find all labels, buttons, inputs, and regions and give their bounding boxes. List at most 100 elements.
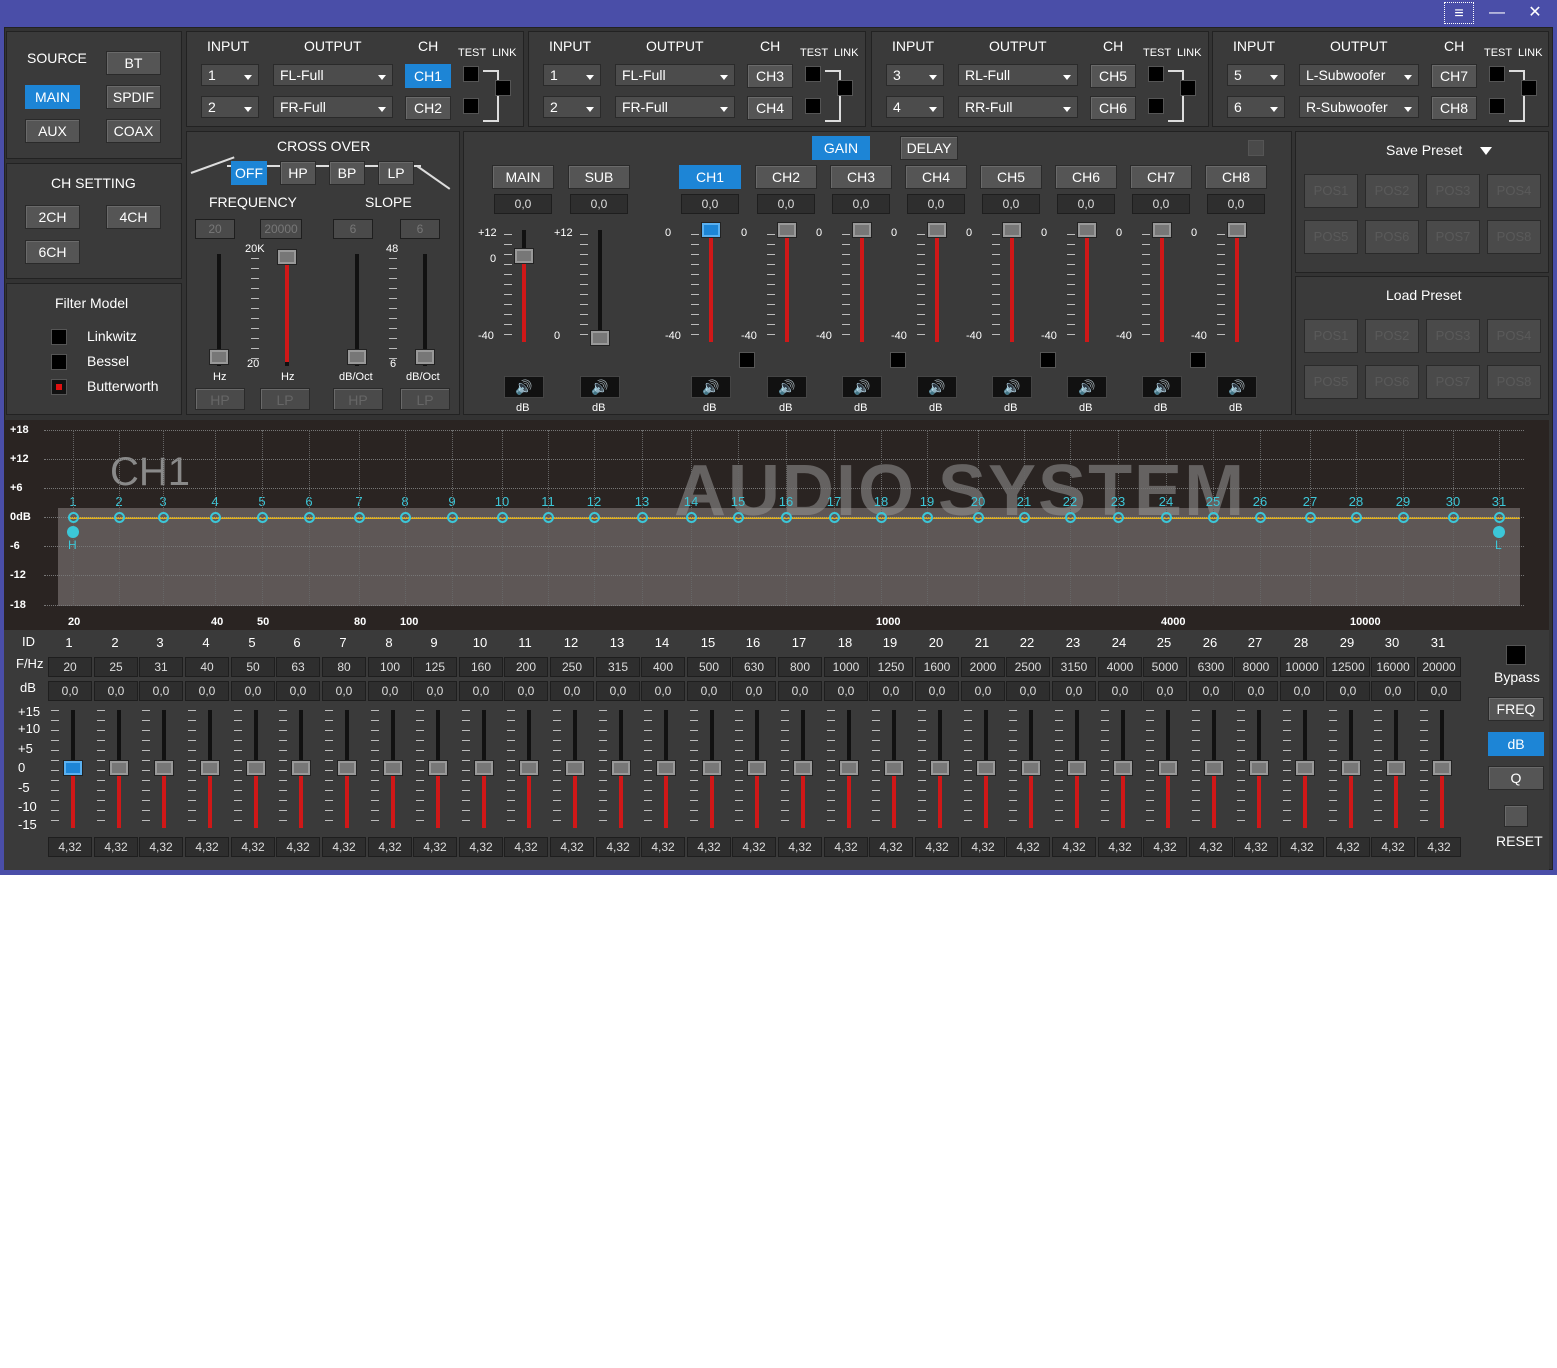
eq-band-15-gain[interactable]: 0,0	[687, 681, 731, 701]
source-aux-button[interactable]: AUX	[25, 119, 80, 143]
eq-band-12-gain[interactable]: 0,0	[550, 681, 594, 701]
lp-slope-value[interactable]: 6	[400, 219, 440, 239]
gain-ch6-value[interactable]: 0,0	[1057, 194, 1115, 214]
eq-band-21-slider[interactable]	[976, 760, 996, 776]
eq-band-2-gain[interactable]: 0,0	[94, 681, 138, 701]
eq-band-25-freq[interactable]: 5000	[1143, 657, 1187, 677]
eq-band-3-freq[interactable]: 31	[139, 657, 183, 677]
eq-band-27-slider[interactable]	[1249, 760, 1269, 776]
routing-2-output-select-2[interactable]: FR-Full	[615, 96, 735, 118]
gain-ch5-slider[interactable]	[1002, 222, 1022, 238]
butterworth-radio[interactable]	[51, 379, 67, 395]
graph-band-25-handle[interactable]	[1208, 512, 1219, 523]
eq-band-23-q[interactable]: 4,32	[1052, 837, 1096, 857]
graph-band-3-handle[interactable]	[158, 512, 169, 523]
save-preset-slot-1[interactable]: POS1	[1304, 174, 1358, 208]
eq-band-1-freq[interactable]: 20	[48, 657, 92, 677]
graph-band-21-handle[interactable]	[1019, 512, 1030, 523]
gain-ch7-button[interactable]: CH7	[1130, 165, 1192, 189]
eq-band-15-freq[interactable]: 500	[687, 657, 731, 677]
eq-band-27-gain[interactable]: 0,0	[1234, 681, 1278, 701]
crossover-bp-button[interactable]: BP	[329, 161, 365, 185]
routing-1-test-checkbox-1[interactable]	[463, 66, 479, 82]
gain-ch2-value[interactable]: 0,0	[757, 194, 815, 214]
eq-band-17-gain[interactable]: 0,0	[778, 681, 822, 701]
graph-band-9-handle[interactable]	[447, 512, 458, 523]
eq-band-13-q[interactable]: 4,32	[596, 837, 640, 857]
eq-band-30-freq[interactable]: 16000	[1371, 657, 1415, 677]
graph-band-28-handle[interactable]	[1351, 512, 1362, 523]
save-preset-dropdown-icon[interactable]	[1480, 147, 1492, 155]
eq-band-16-gain[interactable]: 0,0	[732, 681, 776, 701]
bypass-checkbox[interactable]	[1506, 645, 1526, 665]
eq-band-1-gain[interactable]: 0,0	[48, 681, 92, 701]
eq-band-6-slider[interactable]	[291, 760, 311, 776]
eq-band-13-gain[interactable]: 0,0	[596, 681, 640, 701]
eq-band-29-freq[interactable]: 12500	[1326, 657, 1370, 677]
eq-db-mode-button[interactable]: dB	[1488, 732, 1544, 756]
gain-ch5-mute-speaker-icon[interactable]: 🔊	[992, 376, 1032, 398]
routing-4-input-select-1[interactable]: 5	[1227, 64, 1285, 86]
gain-ch7-mute-speaker-icon[interactable]: 🔊	[1142, 376, 1182, 398]
routing-2-test-checkbox-2[interactable]	[805, 98, 821, 114]
graph-band-30-handle[interactable]	[1448, 512, 1459, 523]
eq-band-12-q[interactable]: 4,32	[550, 837, 594, 857]
eq-band-8-freq[interactable]: 100	[368, 657, 412, 677]
gain-ch1-slider[interactable]	[701, 222, 721, 238]
eq-q-mode-button[interactable]: Q	[1488, 766, 1544, 790]
load-preset-slot-1[interactable]: POS1	[1304, 319, 1358, 353]
eq-band-24-freq[interactable]: 4000	[1098, 657, 1142, 677]
gain-ch3-value[interactable]: 0,0	[832, 194, 890, 214]
save-preset-slot-3[interactable]: POS3	[1426, 174, 1480, 208]
delay-tab[interactable]: DELAY	[900, 136, 958, 160]
gain-phase-checkbox-2[interactable]	[890, 352, 906, 368]
gain-ch7-slider[interactable]	[1152, 222, 1172, 238]
eq-band-11-gain[interactable]: 0,0	[504, 681, 548, 701]
eq-band-16-slider[interactable]	[747, 760, 767, 776]
eq-band-31-q[interactable]: 4,32	[1417, 837, 1461, 857]
eq-band-22-freq[interactable]: 2500	[1006, 657, 1050, 677]
lp-slope-slider[interactable]	[415, 349, 435, 365]
eq-band-22-q[interactable]: 4,32	[1006, 837, 1050, 857]
gain-ch7-value[interactable]: 0,0	[1132, 194, 1190, 214]
graph-band-31-handle[interactable]	[1494, 512, 1505, 523]
graph-band-27-handle[interactable]	[1305, 512, 1316, 523]
gain-ch4-slider[interactable]	[927, 222, 947, 238]
eq-band-5-q[interactable]: 4,32	[231, 837, 275, 857]
eq-band-9-slider[interactable]	[428, 760, 448, 776]
gain-sub-button[interactable]: SUB	[568, 165, 630, 189]
gain-sub-slider[interactable]	[590, 330, 610, 346]
hp-slope-slider[interactable]	[347, 349, 367, 365]
gain-ch1-button[interactable]: CH1	[679, 165, 741, 189]
graph-band-17-handle[interactable]	[829, 512, 840, 523]
eq-band-8-gain[interactable]: 0,0	[368, 681, 412, 701]
eq-band-5-gain[interactable]: 0,0	[231, 681, 275, 701]
eq-band-28-q[interactable]: 4,32	[1280, 837, 1324, 857]
eq-band-25-q[interactable]: 4,32	[1143, 837, 1187, 857]
lp-frequency-value[interactable]: 20000	[260, 219, 302, 239]
eq-band-19-gain[interactable]: 0,0	[869, 681, 913, 701]
eq-band-3-gain[interactable]: 0,0	[139, 681, 183, 701]
load-preset-slot-7[interactable]: POS7	[1426, 365, 1480, 399]
routing-2-input-select-1[interactable]: 1	[543, 64, 601, 86]
eq-band-29-gain[interactable]: 0,0	[1326, 681, 1370, 701]
gain-ch4-value[interactable]: 0,0	[907, 194, 965, 214]
eq-band-16-freq[interactable]: 630	[732, 657, 776, 677]
ch-2ch-button[interactable]: 2CH	[25, 205, 80, 229]
gain-ch5-button[interactable]: CH5	[980, 165, 1042, 189]
routing-3-input-select-1[interactable]: 3	[886, 64, 944, 86]
eq-band-11-slider[interactable]	[519, 760, 539, 776]
reset-toggle[interactable]	[1504, 805, 1528, 827]
eq-band-21-gain[interactable]: 0,0	[961, 681, 1005, 701]
eq-band-9-q[interactable]: 4,32	[413, 837, 457, 857]
graph-band-2-handle[interactable]	[114, 512, 125, 523]
gain-phase-checkbox-4[interactable]	[1190, 352, 1206, 368]
crossover-lp-button[interactable]: LP	[378, 161, 414, 185]
crossover-off-button[interactable]: OFF	[231, 161, 267, 185]
eq-band-11-q[interactable]: 4,32	[504, 837, 548, 857]
gain-ch3-button[interactable]: CH3	[830, 165, 892, 189]
routing-4-output-select-1[interactable]: L-Subwoofer	[1299, 64, 1419, 86]
graph-band-16-handle[interactable]	[781, 512, 792, 523]
eq-band-27-q[interactable]: 4,32	[1234, 837, 1278, 857]
eq-band-30-gain[interactable]: 0,0	[1371, 681, 1415, 701]
